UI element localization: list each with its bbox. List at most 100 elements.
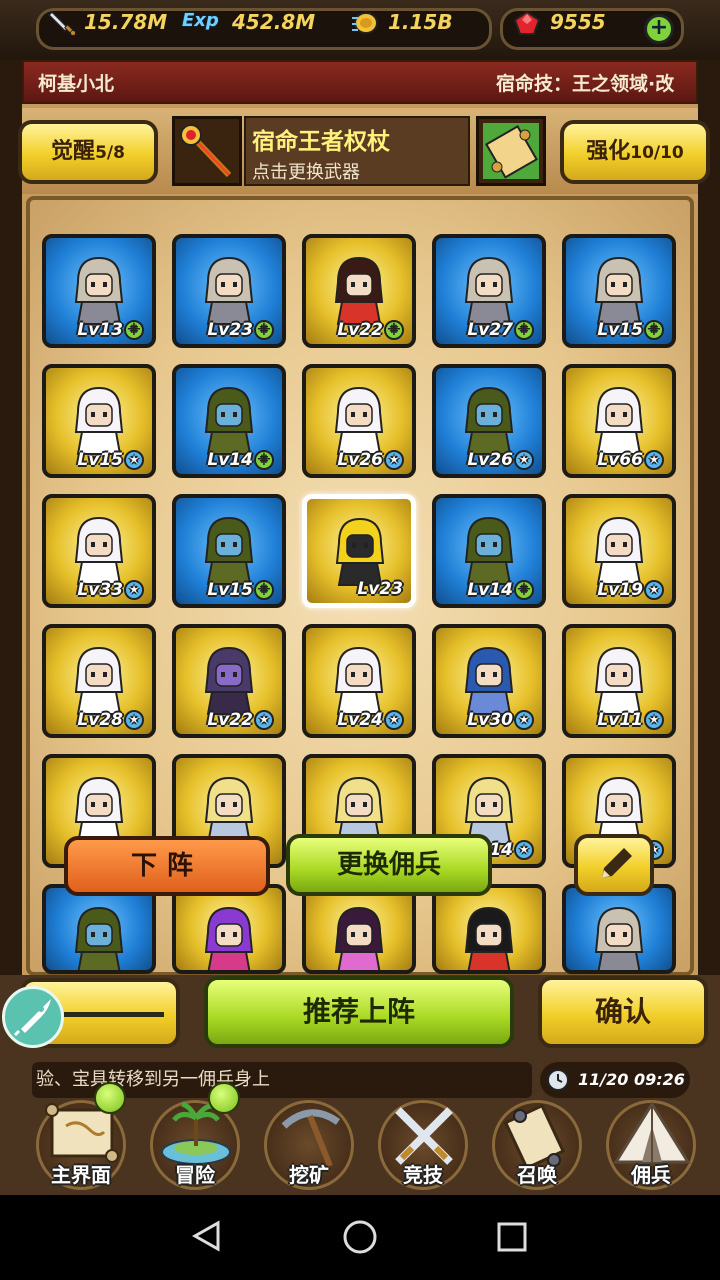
slider-track [64, 1012, 164, 1017]
hero-portrait [328, 382, 390, 458]
level-text: Lv22 [207, 710, 253, 730]
upgrade-plus-icon: + [514, 580, 534, 600]
star-badge-icon: ★ [514, 840, 534, 860]
mercenary-card[interactable] [302, 884, 416, 974]
mercenary-card[interactable]: Lv27 + [432, 234, 546, 348]
recommend-deploy-button[interactable]: 推荐上阵 [204, 976, 514, 1048]
mercenary-card[interactable] [42, 884, 156, 974]
recents-icon[interactable] [496, 1221, 528, 1253]
mercenary-card[interactable]: Lv30 ★ [432, 624, 546, 738]
hero-portrait [198, 252, 260, 328]
hero-portrait [458, 512, 520, 588]
mercenary-card[interactable]: Lv19 ★ [562, 494, 676, 608]
nav-item[interactable]: 召唤 [482, 1094, 592, 1194]
treasure-slot[interactable] [476, 116, 546, 186]
nav-label: 挖矿 [289, 1163, 329, 1187]
mercenary-card[interactable]: Lv14 + [172, 364, 286, 478]
mercenary-card[interactable]: Lv14 + [432, 494, 546, 608]
nav-item[interactable]: 冒险 [140, 1082, 250, 1194]
mercenary-card[interactable]: Lv15 ★ [42, 364, 156, 478]
mercenary-card[interactable]: Lv66 ★ [562, 364, 676, 478]
mercenary-card[interactable]: Lv15 + [172, 494, 286, 608]
awaken-label: 觉醒 [51, 139, 96, 164]
nav-item[interactable]: 挖矿 [254, 1094, 364, 1194]
awaken-button[interactable]: 觉醒5/8 [18, 120, 158, 184]
mercenary-card[interactable]: Lv13 + [42, 234, 156, 348]
enhance-value: 10/10 [630, 143, 684, 163]
weapon-slot[interactable] [172, 116, 242, 186]
upgrade-plus-icon: + [644, 320, 664, 340]
mercenary-card[interactable]: Lv23 [302, 494, 416, 608]
awaken-value: 5/8 [95, 143, 125, 163]
mercenary-card[interactable] [172, 884, 286, 974]
star-badge-icon: ★ [514, 450, 534, 470]
upgrade-plus-icon: + [254, 450, 274, 470]
mercenary-card[interactable]: Lv22 ★ [172, 624, 286, 738]
rocket-button[interactable] [2, 986, 64, 1048]
mercenary-card[interactable]: Lv11 ★ [562, 624, 676, 738]
hero-portrait [198, 512, 260, 588]
home-icon[interactable] [342, 1219, 378, 1255]
nav-item[interactable]: 竞技 [368, 1094, 478, 1194]
weapon-hint: 点击更换武器 [252, 162, 360, 183]
mercenary-card[interactable]: Lv33 ★ [42, 494, 156, 608]
level-label: Lv27 + [467, 320, 534, 340]
rename-button[interactable] [574, 834, 654, 896]
mercenary-card[interactable]: Lv22 + [302, 234, 416, 348]
system-nav-bar [0, 1195, 720, 1280]
level-text: Lv30 [467, 710, 513, 730]
level-text: Lv23 [207, 320, 253, 340]
mercenary-card[interactable]: Lv28 ★ [42, 624, 156, 738]
pencil-icon [602, 848, 632, 878]
upgrade-plus-icon: + [384, 320, 404, 340]
level-label: Lv26 ★ [467, 450, 534, 470]
upgrade-plus-icon: + [254, 580, 274, 600]
level-text: Lv15 [597, 320, 643, 340]
level-label: Lv15 + [597, 320, 664, 340]
nav-item[interactable]: 佣兵 [596, 1094, 706, 1194]
level-text: Lv11 [597, 710, 643, 730]
star-badge-icon: ★ [254, 710, 274, 730]
scepter-icon [180, 124, 232, 178]
mercenary-card[interactable]: Lv15 + [562, 234, 676, 348]
mercenary-card[interactable] [562, 884, 676, 974]
exp-icon: Exp [182, 10, 226, 32]
scroll-icon [483, 123, 539, 179]
nav-item[interactable]: 主界面 [26, 1082, 136, 1194]
rocket-icon [13, 999, 51, 1037]
star-badge-icon: ★ [384, 450, 404, 470]
star-badge-icon: ★ [514, 710, 534, 730]
ruby-icon [512, 10, 542, 35]
hero-portrait [328, 642, 390, 718]
mercenary-card[interactable]: Lv26 ★ [432, 364, 546, 478]
mercenary-card[interactable]: Lv24 ★ [302, 624, 416, 738]
hero-portrait [68, 902, 130, 970]
replace-mercenary-button[interactable]: 更换佣兵 [286, 834, 492, 896]
mercenary-card[interactable] [432, 884, 546, 974]
clock-text: 11/20 09:26 [578, 1070, 685, 1089]
level-text: Lv14 [207, 450, 253, 470]
clock-panel: 11/20 09:26 [540, 1062, 690, 1098]
level-label: Lv23 [357, 579, 403, 599]
star-badge-icon: ★ [644, 450, 664, 470]
notification-dot [208, 1082, 240, 1114]
level-label: Lv19 ★ [597, 580, 664, 600]
mercenary-card[interactable]: Lv26 ★ [302, 364, 416, 478]
level-text: Lv15 [207, 580, 253, 600]
remove-from-team-button[interactable]: 下阵 [64, 836, 270, 896]
back-icon[interactable] [190, 1219, 224, 1253]
confirm-button[interactable]: 确认 [538, 976, 708, 1048]
enhance-label: 强化 [586, 139, 631, 164]
nav-label: 召唤 [517, 1163, 557, 1187]
level-label: Lv33 ★ [77, 580, 144, 600]
enhance-button[interactable]: 强化10/10 [560, 120, 710, 184]
hero-portrait [458, 642, 520, 718]
hero-portrait [329, 513, 391, 589]
level-text: Lv15 [77, 450, 123, 470]
add-gems-button[interactable]: + [644, 14, 674, 44]
level-label: Lv26 ★ [337, 450, 404, 470]
level-text: Lv26 [337, 450, 383, 470]
mercenary-card[interactable]: Lv23 + [172, 234, 286, 348]
weapon-info[interactable]: 宿命王者权杖 点击更换武器 [244, 116, 470, 186]
coin-icon [350, 10, 380, 34]
